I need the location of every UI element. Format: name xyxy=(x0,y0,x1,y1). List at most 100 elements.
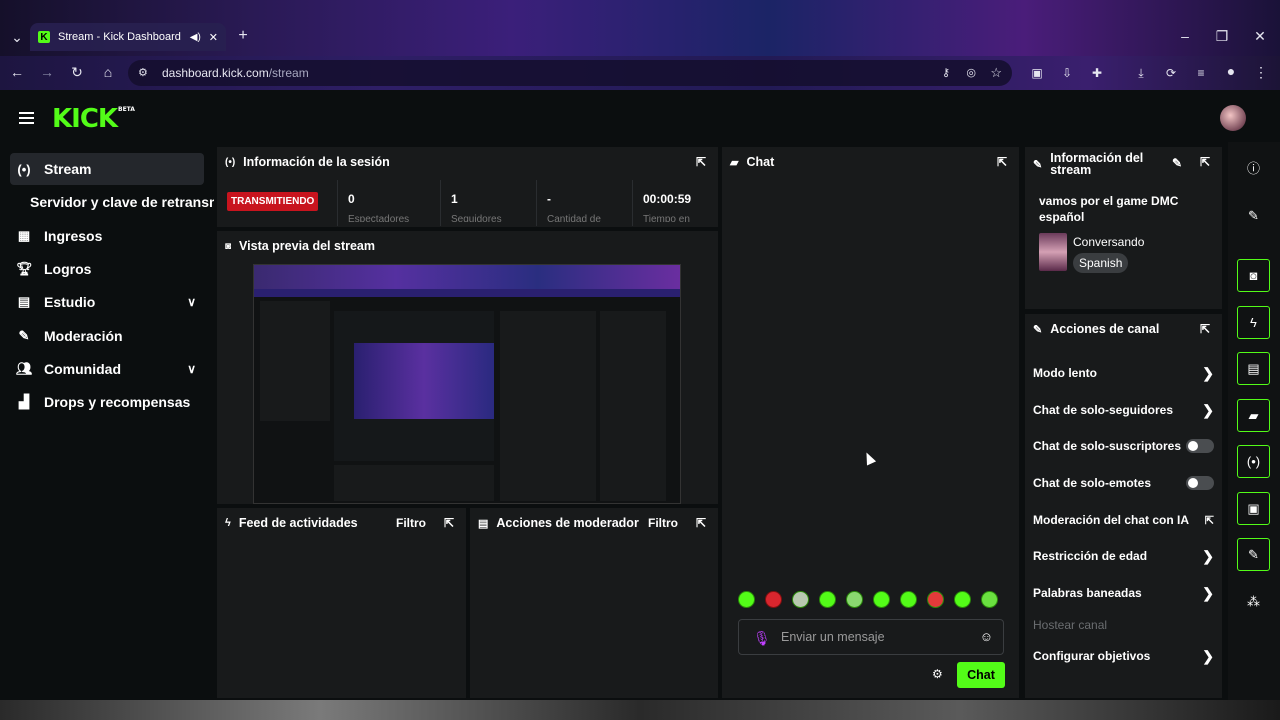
emote-icon[interactable] xyxy=(954,591,971,608)
chevron-right-icon[interactable]: ❯ xyxy=(1202,548,1214,565)
chevron-right-icon[interactable]: ❯ xyxy=(1202,402,1214,419)
action-ai-moderation[interactable]: Moderación del chat con IA ⇱ xyxy=(1033,508,1214,532)
window-close-icon[interactable]: ✕ xyxy=(1251,29,1269,43)
speaker-icon[interactable]: ◀) xyxy=(190,32,201,43)
edit-pencil-icon[interactable]: ✎ xyxy=(1172,156,1182,170)
chevron-down-icon[interactable]: ∨ xyxy=(187,362,196,376)
back-icon[interactable]: ← xyxy=(8,65,26,79)
emote-icon[interactable] xyxy=(873,591,890,608)
extension-2-icon[interactable]: ⇩ xyxy=(1058,66,1076,80)
popout-icon[interactable]: ⇱ xyxy=(696,155,706,169)
emote-icon[interactable] xyxy=(765,591,782,608)
popout-icon[interactable]: ⇱ xyxy=(1200,155,1210,169)
chat-message-input[interactable]: 🎙︎ Enviar un mensaje ☺ xyxy=(738,619,1004,655)
reload-icon[interactable]: ↻ xyxy=(68,65,86,79)
profile-icon[interactable]: ● xyxy=(1222,64,1240,78)
more-widgets-icon[interactable]: ⁂ xyxy=(1237,585,1270,618)
emote-icon[interactable] xyxy=(927,591,944,608)
bolt-icon: ϟ xyxy=(225,517,231,529)
popout-icon[interactable]: ⇱ xyxy=(696,516,706,530)
subscribers-only-toggle[interactable] xyxy=(1186,439,1214,453)
edit-icon[interactable]: ✎ xyxy=(1237,199,1270,232)
sidebar-item-moderacion[interactable]: ✎ Moderación xyxy=(10,320,204,352)
close-tab-icon[interactable]: ✕ xyxy=(209,31,218,44)
mod-actions-toggle-icon[interactable]: ▤ xyxy=(1237,352,1270,385)
stat-viewers: 0 Espectadores xyxy=(337,180,440,226)
site-info-icon[interactable]: ⚙ xyxy=(138,66,148,79)
info-icon[interactable]: ⓘ xyxy=(1237,151,1270,184)
action-followers-only[interactable]: Chat de solo-seguidores ❯ xyxy=(1033,398,1214,422)
emote-icon[interactable] xyxy=(900,591,917,608)
emotes-only-toggle[interactable] xyxy=(1186,476,1214,490)
sidebar-item-label: Drops y recompensas xyxy=(44,394,191,410)
maximize-icon[interactable]: ❐ xyxy=(1213,29,1231,43)
filter-button[interactable]: Filtro xyxy=(648,516,678,530)
chevron-right-icon[interactable]: ❯ xyxy=(1202,365,1214,382)
eye-off-icon[interactable]: ◎ xyxy=(966,66,976,79)
activity-toggle-icon[interactable]: ϟ xyxy=(1237,306,1270,339)
broadcast-icon: (•) xyxy=(225,156,236,168)
action-set-goals[interactable]: Configurar objetivos ❯ xyxy=(1033,644,1214,668)
chevron-down-icon[interactable]: ∨ xyxy=(187,295,196,309)
chevron-right-icon[interactable]: ❯ xyxy=(1202,585,1214,602)
minimize-icon[interactable]: – xyxy=(1176,29,1194,43)
stream-preview-video[interactable] xyxy=(253,264,681,504)
microphone-icon[interactable]: 🎙︎ xyxy=(753,630,771,647)
action-slow-mode[interactable]: Modo lento ❯ xyxy=(1033,361,1214,385)
extension-1-icon[interactable]: ▣ xyxy=(1028,66,1046,80)
new-tab-icon[interactable]: + xyxy=(234,28,252,44)
sidebar-item-estudio[interactable]: ▤ Estudio ∨ xyxy=(10,286,204,318)
emote-icon[interactable] xyxy=(792,591,809,608)
stream-info-panel: ✎ Información del stream ✎ ⇱ vamos por e… xyxy=(1024,146,1223,310)
chevron-right-icon[interactable]: ❯ xyxy=(1202,648,1214,665)
sidebar-item-comunidad[interactable]: 👥︎ Comunidad ∨ xyxy=(10,353,204,385)
browser-tab[interactable]: K Stream - Kick Dashboard ◀) ✕ xyxy=(30,23,226,51)
extensions-puzzle-icon[interactable]: ✚ xyxy=(1088,66,1106,80)
downloads-icon[interactable]: ⤓ xyxy=(1132,66,1150,80)
sidebar-item-stream[interactable]: (•) Stream xyxy=(10,153,204,185)
popout-icon[interactable]: ⇱ xyxy=(1200,322,1210,336)
stat-count: - Cantidad de xyxy=(536,180,632,226)
emoji-icon[interactable]: ☺ xyxy=(980,629,993,644)
category-thumbnail xyxy=(1039,233,1067,271)
sidebar-item-drops[interactable]: ▟ Drops y recompensas xyxy=(10,386,204,418)
background-strip xyxy=(0,700,1280,720)
channel-actions-toggle-icon[interactable]: ✎ xyxy=(1237,538,1270,571)
send-chat-button[interactable]: Chat xyxy=(957,662,1005,688)
bookmark-star-icon[interactable]: ☆ xyxy=(990,65,1002,81)
action-emotes-only[interactable]: Chat de solo-emotes xyxy=(1033,471,1214,495)
emote-icon[interactable] xyxy=(819,591,836,608)
hamburger-menu-icon[interactable] xyxy=(19,112,34,124)
sidebar-item-stream-key[interactable]: Servidor y clave de retransmisión xyxy=(30,194,214,210)
address-bar[interactable]: ⚙ dashboard.kick.com/stream ⚷ ◎ ☆ xyxy=(128,60,1012,86)
session-toggle-icon[interactable]: (•) xyxy=(1237,445,1270,478)
sync-icon[interactable]: ⟳ xyxy=(1162,66,1180,80)
media-icon[interactable]: ≡ xyxy=(1192,66,1210,80)
action-age-restriction[interactable]: Restricción de edad ❯ xyxy=(1033,544,1214,568)
emote-icon[interactable] xyxy=(981,591,998,608)
chat-settings-icon[interactable]: ⚙ xyxy=(932,667,943,681)
sidebar-item-logros[interactable]: 🏆︎ Logros xyxy=(10,253,204,285)
kick-logo[interactable]: KICK BETA xyxy=(52,104,135,134)
action-subscribers-only[interactable]: Chat de solo-suscriptores xyxy=(1033,434,1214,458)
sidebar-item-ingresos[interactable]: ▦ Ingresos xyxy=(10,220,204,252)
emote-icon[interactable] xyxy=(846,591,863,608)
stat-uptime: 00:00:59 Tiempo en xyxy=(632,180,718,226)
filter-button[interactable]: Filtro xyxy=(396,516,426,530)
popout-icon[interactable]: ⇱ xyxy=(997,155,1007,169)
user-avatar[interactable] xyxy=(1220,105,1246,131)
camera-toggle-icon[interactable]: ▣ xyxy=(1237,492,1270,525)
panel-title: Acciones de canal xyxy=(1050,322,1160,336)
popout-icon[interactable]: ⇱ xyxy=(444,516,454,530)
chat-toggle-icon[interactable]: ▰ xyxy=(1237,399,1270,432)
trophy-icon: 🏆︎ xyxy=(16,261,33,276)
tab-search-icon[interactable]: ⌄ xyxy=(8,30,26,44)
preview-toggle-icon[interactable]: ◙ xyxy=(1237,259,1270,292)
password-key-icon[interactable]: ⚷ xyxy=(942,66,950,79)
home-icon[interactable]: ⌂ xyxy=(99,65,117,79)
forward-icon[interactable]: → xyxy=(38,65,56,79)
emote-icon[interactable] xyxy=(738,591,755,608)
browser-menu-icon[interactable]: ⋮ xyxy=(1252,65,1270,79)
action-banned-words[interactable]: Palabras baneadas ❯ xyxy=(1033,581,1214,605)
external-link-icon[interactable]: ⇱ xyxy=(1205,514,1214,527)
